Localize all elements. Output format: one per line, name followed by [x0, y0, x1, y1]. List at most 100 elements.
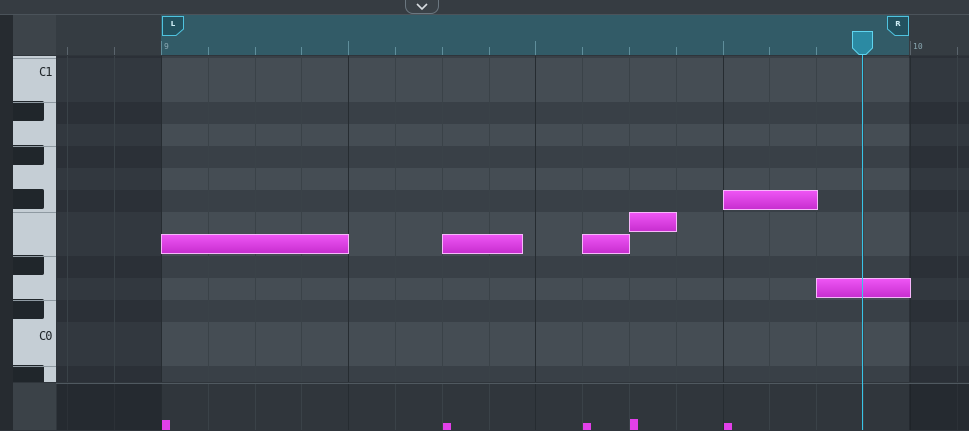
- loop-end-label: R: [895, 20, 901, 28]
- grid-row: [57, 168, 969, 191]
- grid-line: [769, 56, 770, 382]
- grid-line: [67, 56, 68, 382]
- velocity-grid-line: [395, 384, 396, 430]
- grid-line: [723, 56, 724, 382]
- grid-row: [57, 366, 969, 382]
- grid-line: [395, 56, 396, 382]
- grid-line: [208, 56, 209, 382]
- outside-loop-shade: [57, 384, 161, 430]
- ruler-tick: [348, 41, 349, 55]
- outside-loop-shade: [909, 384, 969, 430]
- velocity-grid: [57, 384, 969, 430]
- ruler-tick: [769, 47, 770, 55]
- velocity-bar[interactable]: [442, 423, 451, 430]
- velocity-grid-line: [489, 384, 490, 430]
- grid-row: [57, 146, 969, 169]
- grid-line: [301, 56, 302, 382]
- velocity-grid-line: [208, 384, 209, 430]
- white-key-divider: [13, 212, 56, 213]
- ruler-tick: [957, 47, 958, 55]
- note[interactable]: [816, 278, 911, 298]
- velocity-corner: [13, 383, 56, 430]
- grid-line: [582, 56, 583, 382]
- octave-label-c0: C0: [39, 329, 52, 343]
- note[interactable]: [629, 212, 677, 232]
- velocity-grid-line: [255, 384, 256, 430]
- chevron-down-icon: [416, 3, 428, 11]
- grid-line: [442, 56, 443, 382]
- velocity-grid-line: [301, 384, 302, 430]
- grid-row: [57, 322, 969, 345]
- ruler-tick: [301, 47, 302, 55]
- velocity-bar[interactable]: [161, 420, 170, 430]
- ruler-tick: [489, 47, 490, 55]
- grid-row: [57, 344, 969, 367]
- ruler-tick: [114, 47, 115, 55]
- ruler-tick: [161, 41, 162, 55]
- ruler-tick: [535, 41, 536, 55]
- velocity-bar[interactable]: [629, 419, 638, 430]
- ruler-tick: [67, 47, 68, 55]
- velocity-grid-line: [629, 384, 630, 430]
- black-key[interactable]: [13, 299, 44, 319]
- ruler-tick: [723, 41, 724, 55]
- white-key-divider: [13, 102, 56, 103]
- bar-number-9: 9: [164, 42, 169, 51]
- note[interactable]: [442, 234, 523, 254]
- velocity-bar[interactable]: [723, 423, 732, 430]
- loop-start-label: L: [170, 20, 176, 28]
- grid-line: [535, 56, 536, 382]
- note[interactable]: [161, 234, 349, 254]
- outside-loop-shade: [57, 56, 161, 382]
- playhead-line: [862, 40, 863, 430]
- velocity-grid-line: [769, 384, 770, 430]
- black-key[interactable]: [13, 145, 44, 165]
- velocity-grid-line: [676, 384, 677, 430]
- playhead-handle[interactable]: [852, 31, 873, 55]
- grid-line: [489, 56, 490, 382]
- ruler-tick: [816, 47, 817, 55]
- grid-line: [161, 56, 162, 382]
- grid-line: [863, 56, 864, 382]
- grid-line: [957, 56, 958, 382]
- ruler-ticks: [0, 15, 969, 55]
- white-key-divider: [13, 300, 56, 301]
- loop-start-marker[interactable]: L: [162, 16, 184, 36]
- velocity-bar[interactable]: [582, 423, 591, 430]
- left-edge: [0, 15, 13, 430]
- velocity-grid-line: [816, 384, 817, 430]
- white-key-divider: [13, 58, 56, 59]
- grid-line: [114, 56, 115, 382]
- outside-loop-shade: [909, 56, 969, 382]
- note[interactable]: [582, 234, 630, 254]
- grid-line: [255, 56, 256, 382]
- white-key-divider: [13, 146, 56, 147]
- piano-keyboard[interactable]: C1 C0: [13, 56, 56, 382]
- velocity-grid-line: [161, 384, 162, 430]
- loop-end-marker[interactable]: R: [887, 16, 909, 36]
- grid-row: [57, 300, 969, 323]
- note-grid[interactable]: [57, 56, 969, 382]
- grid-line: [348, 56, 349, 382]
- grid-row: [57, 80, 969, 103]
- ruler-tick: [629, 47, 630, 55]
- ruler-tick: [676, 47, 677, 55]
- black-key[interactable]: [13, 255, 44, 275]
- note[interactable]: [723, 190, 818, 210]
- octave-label-c1: C1: [39, 65, 52, 79]
- black-key[interactable]: [13, 189, 44, 209]
- top-bar: [0, 0, 969, 15]
- white-key-divider: [13, 256, 56, 257]
- grid-row: [57, 102, 969, 125]
- ruler-tick: [442, 47, 443, 55]
- velocity-grid-line: [863, 384, 864, 430]
- grid-row: [57, 256, 969, 279]
- black-key[interactable]: [13, 101, 44, 121]
- collapse-button[interactable]: [405, 0, 439, 14]
- grid-row: [57, 190, 969, 213]
- velocity-grid-line: [535, 384, 536, 430]
- grid-row: [57, 212, 969, 235]
- ruler-tick: [910, 41, 911, 55]
- bar-number-10: 10: [913, 42, 923, 51]
- black-key[interactable]: [13, 365, 44, 382]
